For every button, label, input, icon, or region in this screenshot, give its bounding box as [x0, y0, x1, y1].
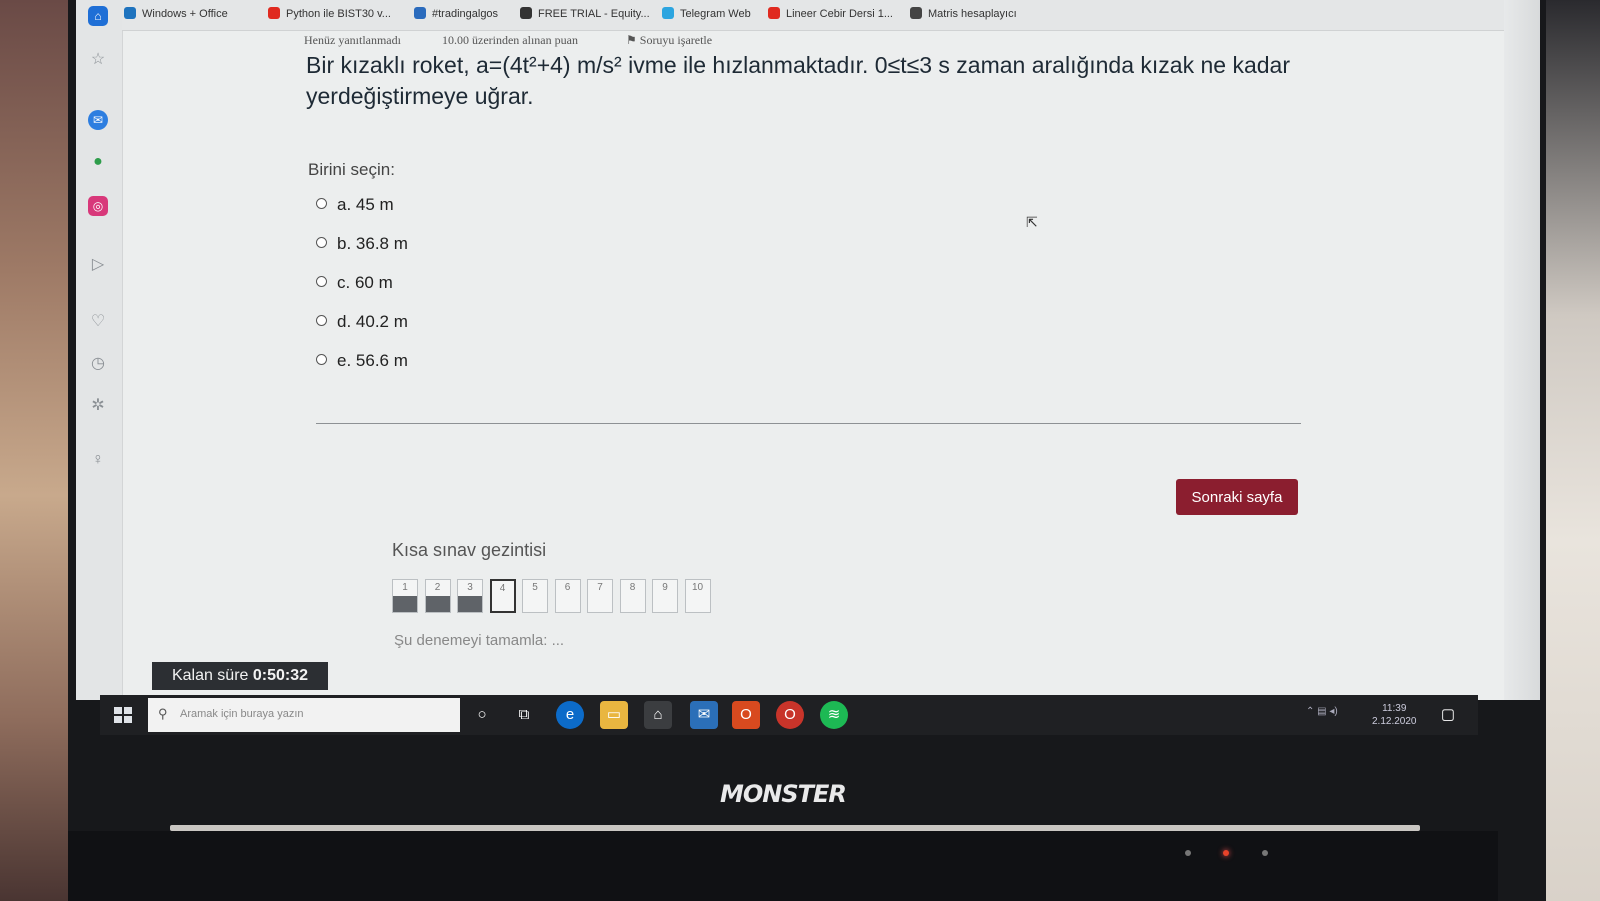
divider [316, 423, 1301, 424]
quiz-nav-question-button[interactable]: 7 [587, 579, 613, 613]
youtube-icon [268, 7, 280, 19]
led-indicator [1185, 850, 1191, 856]
quiz-nav-question-number: 10 [691, 582, 704, 593]
office-icon[interactable]: O [732, 701, 760, 729]
quiz-nav-question-number: 8 [629, 582, 636, 593]
next-page-button[interactable]: Sonraki sayfa [1176, 479, 1298, 515]
player-icon[interactable]: ▷ [88, 255, 108, 275]
store-icon[interactable]: ⌂ [644, 701, 672, 729]
instagram-icon[interactable]: ◎ [88, 196, 108, 216]
spotify-icon[interactable]: ≋ [820, 701, 848, 729]
bulb-icon[interactable]: ♀ [88, 450, 108, 470]
heart-icon[interactable]: ♡ [88, 312, 108, 332]
question-status: Henüz yanıtlanmadı [304, 33, 401, 47]
choose-prompt: Birini seçin: [308, 160, 395, 179]
led-indicator [1223, 850, 1230, 856]
option-a[interactable]: a. 45 m [316, 195, 394, 215]
question-text: Bir kızaklı roket, a=(4t²+4) m/s² ivme i… [306, 52, 1290, 109]
file-explorer-icon[interactable]: ▭ [600, 701, 628, 729]
quiz-nav-question-button[interactable]: 9 [652, 579, 678, 613]
quiz-nav-question-number: 9 [662, 582, 668, 593]
quiz-nav-question-button[interactable]: 2 [424, 579, 451, 613]
led-indicator [1261, 850, 1268, 856]
bookmark-free-trial[interactable]: FREE TRIAL - Equity... [520, 7, 650, 20]
answered-indicator [425, 596, 450, 612]
flag-icon: ⚑ [626, 33, 637, 47]
bookmark-lineer-cebir[interactable]: Lineer Cebir Dersi 1... [768, 7, 893, 20]
quiz-navigation-title: Kısa sınav gezintisi [392, 540, 547, 560]
browser-sidebar: ⌂ ☆ ✉ ● ◎ ▷ ♡ ◷ ✲ ♀ [76, 0, 123, 700]
cortana-icon[interactable]: ○ [468, 701, 496, 729]
notification-icon[interactable]: ▢ [1438, 701, 1458, 729]
time-remaining: Kalan süre 0:50:32 [152, 662, 328, 690]
bookmark-icon[interactable]: ☆ [88, 50, 108, 70]
edge-icon[interactable]: e [556, 701, 584, 729]
settings-icon[interactable]: ✲ [88, 396, 108, 416]
quiz-nav-question-number: 1 [402, 582, 408, 593]
laptop-base [68, 831, 1498, 901]
bookmark-tradingalgos[interactable]: #tradingalgos [414, 7, 498, 20]
history-icon[interactable]: ◷ [88, 354, 108, 374]
radio-button[interactable] [316, 237, 327, 248]
matrix-icon [910, 7, 922, 19]
diamond-icon [520, 7, 532, 19]
bookmark-windows-office[interactable]: Windows + Office [124, 7, 228, 20]
radio-button[interactable] [316, 315, 327, 326]
quiz-nav-question-number: 6 [564, 582, 571, 593]
youtube-icon [768, 7, 780, 19]
quiz-nav-question-button[interactable]: 1 [392, 579, 418, 613]
quiz-nav-question-button[interactable]: 3 [457, 579, 483, 613]
bookmarks-bar: Windows + Office Python ile BIST30 v... … [122, 0, 1540, 31]
radio-button[interactable] [316, 276, 327, 287]
quiz-nav-question-number: 7 [597, 582, 603, 593]
task-view-icon[interactable]: ⧉ [510, 701, 538, 729]
radio-button[interactable] [316, 198, 327, 209]
quiz-nav-question-number: 5 [532, 582, 538, 593]
quiz-nav-question-button[interactable]: 4 [489, 579, 516, 613]
system-tray-icons[interactable]: ⌃ ▤ ◂) [1306, 706, 1338, 717]
whatsapp-icon[interactable]: ● [88, 152, 108, 172]
option-e[interactable]: e. 56.6 m [316, 351, 408, 371]
radio-button[interactable] [316, 354, 327, 365]
browser-screen: ⌂ ☆ ✉ ● ◎ ▷ ♡ ◷ ✲ ♀ Windows + Office Pyt… [76, 0, 1540, 700]
windows-taskbar: ⚲ Aramak için buraya yazın ○ ⧉ e ▭ ⌂ ✉ O… [100, 695, 1478, 735]
mail-icon[interactable]: ✉ [690, 701, 718, 729]
search-icon: ⚲ [158, 706, 168, 721]
quiz-nav-question-button[interactable]: 8 [619, 579, 646, 613]
status-leds [1185, 843, 1296, 861]
mouse-cursor-icon: ⇱ [1026, 214, 1038, 230]
tweetdeck-icon [414, 7, 426, 19]
bookmark-matris[interactable]: Matris hesaplayıcı [910, 7, 1017, 20]
option-c[interactable]: c. 60 m [316, 273, 393, 293]
bookmark-python-bist30[interactable]: Python ile BIST30 v... [268, 7, 391, 20]
taskbar-search-box[interactable]: ⚲ Aramak için buraya yazın [148, 698, 460, 732]
page-right-edge [1504, 0, 1540, 700]
option-b[interactable]: b. 36.8 m [316, 234, 408, 254]
bookmark-telegram[interactable]: Telegram Web [662, 7, 751, 20]
quiz-nav-question-button[interactable]: 5 [522, 579, 548, 613]
windows-start-button[interactable] [114, 707, 132, 723]
quiz-nav-question-number: 4 [499, 583, 506, 594]
answered-indicator [458, 596, 482, 612]
flag-question-link[interactable]: ⚑ Soruyu işaretle [626, 33, 712, 48]
messenger-icon[interactable]: ✉ [88, 110, 108, 130]
opera-icon[interactable]: O [776, 701, 804, 729]
option-d[interactable]: d. 40.2 m [316, 312, 408, 332]
quiz-nav-question-button[interactable]: 10 [684, 579, 711, 613]
office-icon [124, 7, 136, 19]
quiz-nav-question-number: 2 [434, 582, 441, 593]
question-points: 10.00 üzerinden alınan puan [442, 33, 578, 47]
telegram-icon [662, 7, 674, 19]
finish-attempt-link[interactable]: Şu denemeyi tamamla: ... [394, 632, 564, 649]
taskbar-clock[interactable]: 11:39 2.12.2020 [1372, 702, 1417, 728]
quiz-nav-question-button[interactable]: 6 [554, 579, 581, 613]
desk-background-left [0, 0, 75, 901]
home-icon[interactable]: ⌂ [88, 6, 108, 26]
quiz-nav-question-number: 3 [467, 582, 473, 593]
answered-indicator [393, 596, 417, 612]
laptop-brand-logo: MONSTER [720, 780, 847, 808]
